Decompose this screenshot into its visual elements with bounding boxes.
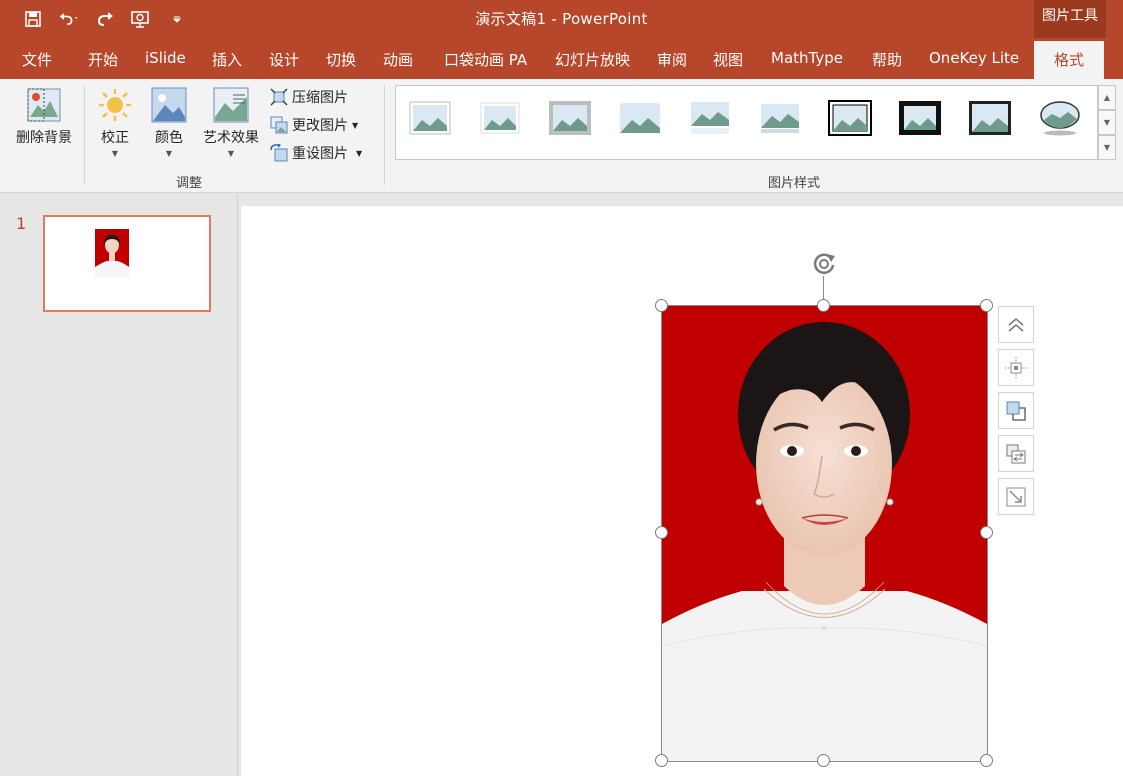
resize-arrow-icon xyxy=(1006,487,1026,506)
picture-color-icon xyxy=(151,87,187,123)
compress-label: 压缩图片 xyxy=(292,90,348,106)
layer-order-icon xyxy=(1006,401,1026,421)
artistic-effects-button[interactable]: 艺术效果 ▼ xyxy=(198,87,264,158)
align-center-icon xyxy=(1005,356,1027,379)
style-reflected[interactable] xyxy=(688,100,732,136)
change-picture-button[interactable]: 更改图片 ▼ xyxy=(270,115,358,135)
change-picture-label: 更改图片 xyxy=(292,118,348,134)
style-simple-frame-white[interactable] xyxy=(408,100,452,136)
tab-help[interactable]: 帮助 xyxy=(872,49,902,70)
tab-islide[interactable]: iSlide xyxy=(145,49,186,67)
thumbnail-photo xyxy=(95,229,129,277)
picture-styles-gallery xyxy=(395,85,1098,160)
tab-view[interactable]: 视图 xyxy=(713,49,743,70)
tab-pocket-animation[interactable]: 口袋动画 PA xyxy=(444,49,527,70)
style-rounded-diagonal[interactable] xyxy=(618,100,662,136)
ribbon-tabs: 文件 开始 iSlide 插入 设计 切换 动画 口袋动画 PA 幻灯片放映 审… xyxy=(0,38,1123,79)
style-soft-edge[interactable] xyxy=(478,100,522,136)
resize-handle-right[interactable] xyxy=(980,526,993,539)
artistic-effects-icon xyxy=(213,87,249,123)
tab-file[interactable]: 文件 xyxy=(22,49,52,70)
style-black-shadow[interactable] xyxy=(898,100,942,136)
tab-review[interactable]: 审阅 xyxy=(657,49,687,70)
chevron-down-icon: ▼ xyxy=(352,120,359,130)
style-drop-shadow-gray[interactable] xyxy=(548,100,592,136)
group-label-adjust: 调整 xyxy=(176,176,203,191)
resize-handle-top-left[interactable] xyxy=(655,299,668,312)
gallery-scroll: ▲ ▼ ▼ xyxy=(1098,85,1116,160)
tab-onekey-lite[interactable]: OneKey Lite xyxy=(929,49,1019,67)
tab-design[interactable]: 设计 xyxy=(269,49,299,70)
style-thick-black-frame[interactable] xyxy=(828,100,872,136)
arrange-layer-button[interactable] xyxy=(998,392,1034,429)
tab-home[interactable]: 开始 xyxy=(88,49,118,70)
chevron-down-icon: ▼ xyxy=(227,149,235,158)
compress-pictures-button[interactable]: 压缩图片 xyxy=(270,87,348,107)
tab-insert[interactable]: 插入 xyxy=(212,49,242,70)
sun-icon xyxy=(99,89,131,121)
remove-background-button[interactable]: 删除背景 xyxy=(12,87,76,147)
chevron-down-icon: ▼ xyxy=(165,149,173,158)
gallery-more-button[interactable]: ▼ xyxy=(1098,135,1116,160)
corrections-button[interactable]: 校正 ▼ xyxy=(92,87,138,158)
replace-picture-button[interactable] xyxy=(998,435,1034,472)
resize-handle-bottom[interactable] xyxy=(817,754,830,767)
compress-icon xyxy=(270,88,288,106)
artistic-effects-label: 艺术效果 xyxy=(203,130,259,146)
selection-frame xyxy=(661,305,988,762)
tab-transitions[interactable]: 切换 xyxy=(326,49,356,70)
divider xyxy=(84,85,85,185)
chevron-down-icon: ▼ xyxy=(111,149,119,158)
title-bar: 演示文稿1 - PowerPoint 图片工具 xyxy=(0,0,1123,40)
gallery-scroll-up[interactable]: ▲ xyxy=(1098,85,1116,110)
tab-slideshow[interactable]: 幻灯片放映 xyxy=(555,49,630,70)
chevron-down-icon: ▼ xyxy=(356,148,363,158)
replace-picture-icon xyxy=(1006,444,1026,463)
resize-handle-bottom-right[interactable] xyxy=(980,754,993,767)
style-oval[interactable] xyxy=(1038,100,1082,136)
ribbon: 删除背景 校正 ▼ 颜色 ▼ 艺术效果 ▼ 压缩图片 更改图片 ▼ 重设图片 ▼… xyxy=(0,79,1123,193)
rotate-handle-icon[interactable] xyxy=(809,248,839,278)
corrections-label: 校正 xyxy=(101,130,129,146)
tab-mathtype[interactable]: MathType xyxy=(771,49,843,67)
group-label-picture-styles: 图片样式 xyxy=(768,176,821,191)
resize-handle-top[interactable] xyxy=(817,299,830,312)
divider xyxy=(384,85,385,185)
remove-background-icon xyxy=(27,88,61,122)
color-button[interactable]: 颜色 ▼ xyxy=(146,87,192,158)
resize-handle-bottom-left[interactable] xyxy=(655,754,668,767)
color-label: 颜色 xyxy=(155,130,183,146)
style-soft-reflected[interactable] xyxy=(758,100,802,136)
collapse-toolbar-button[interactable] xyxy=(998,306,1034,343)
gallery-scroll-down[interactable]: ▼ xyxy=(1098,110,1116,135)
resize-handle-left[interactable] xyxy=(655,526,668,539)
reset-picture-icon xyxy=(270,144,288,162)
remove-background-label: 删除背景 xyxy=(16,130,72,146)
align-center-button[interactable] xyxy=(998,349,1034,386)
change-picture-icon xyxy=(270,116,288,134)
reset-picture-button[interactable]: 重设图片 ▼ xyxy=(270,143,362,163)
context-tab-picture-tools: 图片工具 xyxy=(1034,0,1106,40)
window-title: 演示文稿1 - PowerPoint xyxy=(475,10,648,28)
tab-format[interactable]: 格式 xyxy=(1034,41,1105,79)
double-chevron-up-icon xyxy=(1008,317,1024,332)
crop-resize-button[interactable] xyxy=(998,478,1034,515)
slide-thumbnail[interactable] xyxy=(43,215,211,312)
resize-handle-top-right[interactable] xyxy=(980,299,993,312)
slide-number: 1 xyxy=(16,214,27,233)
reset-picture-label: 重设图片 xyxy=(292,146,348,162)
tab-animations[interactable]: 动画 xyxy=(383,49,413,70)
slide-thumbnail-pane: 1 xyxy=(0,194,238,776)
style-black-frame[interactable] xyxy=(968,100,1012,136)
